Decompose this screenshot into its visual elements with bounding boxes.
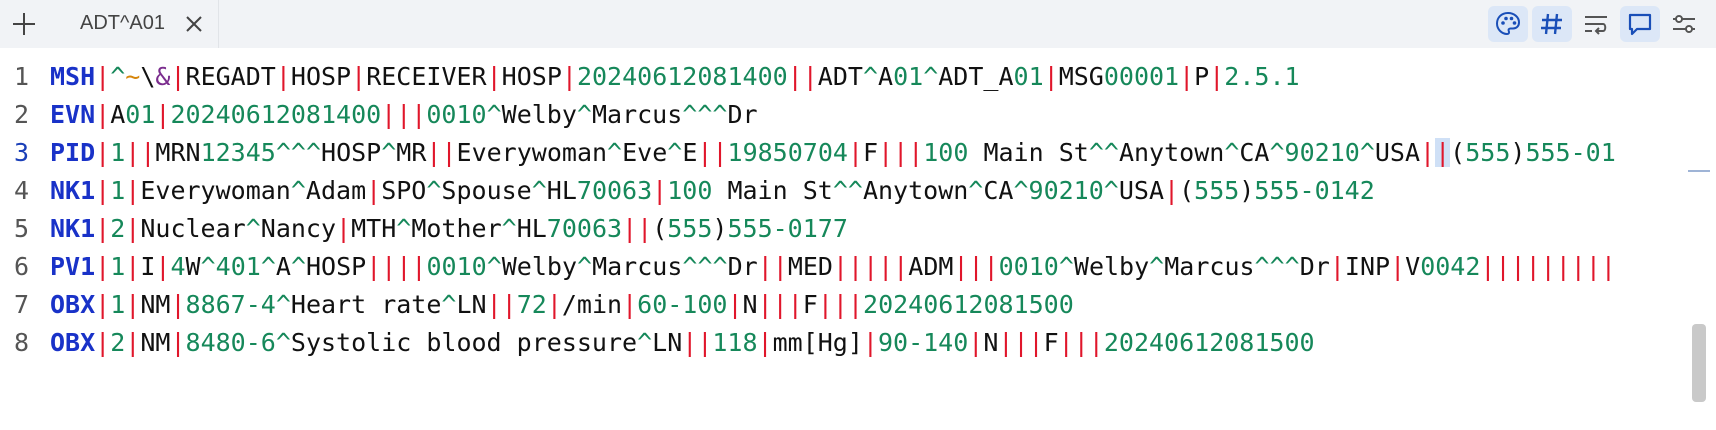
line-code: OBX|1|NM|8867-4^Heart rate^LN||72|/min|6…	[50, 290, 1074, 319]
selection-scroll-marker	[1688, 170, 1710, 172]
editor-line[interactable]: 4 NK1|1|Everywoman^Adam|SPO^Spouse^HL7006…	[0, 172, 1716, 210]
syntax-color-toggle[interactable]	[1488, 6, 1528, 42]
palette-icon	[1495, 11, 1521, 36]
line-code: MSH|^~\&|REGADT|HOSP|RECEIVER|HOSP|20240…	[50, 62, 1300, 91]
line-code: EVN|A01|20240612081400|||0010^Welby^Marc…	[50, 100, 758, 129]
hash-icon	[1541, 13, 1562, 35]
comments-toggle[interactable]	[1620, 6, 1660, 42]
tab-title: ADT^A01	[80, 12, 165, 34]
word-wrap-toggle[interactable]	[1576, 6, 1616, 42]
line-number: 6	[14, 252, 30, 281]
line-code: PV1|1|I|4W^401^A^HOSP||||0010^Welby^Marc…	[50, 252, 1616, 281]
tab-bar: ADT^A01	[0, 0, 1716, 48]
close-icon	[186, 16, 202, 32]
line-number: 2	[14, 100, 30, 129]
hl7-editor[interactable]: 1 MSH|^~\&|REGADT|HOSP|RECEIVER|HOSP|2024…	[0, 48, 1716, 430]
editor-line[interactable]: 6 PV1|1|I|4W^401^A^HOSP||||0010^Welby^Mar…	[0, 248, 1716, 286]
plus-icon	[13, 13, 35, 35]
editor-line[interactable]: 5 NK1|2|Nuclear^Nancy|MTH^Mother^HL70063|…	[0, 210, 1716, 248]
close-tab-button[interactable]	[184, 14, 204, 34]
line-number: 1	[14, 62, 30, 91]
comment-icon	[1628, 13, 1652, 36]
line-number: 8	[14, 328, 30, 357]
editor-line[interactable]: 7 OBX|1|NM|8867-4^Heart rate^LN||72|/min|…	[0, 286, 1716, 324]
tab-adt-a01[interactable]: ADT^A01	[44, 0, 219, 48]
line-number: 3	[14, 138, 30, 167]
editor-line[interactable]: 3 PID|1||MRN12345^^^HOSP^MR||Everywoman^E…	[0, 134, 1716, 172]
wrap-icon	[1585, 16, 1607, 35]
line-code: NK1|2|Nuclear^Nancy|MTH^Mother^HL70063||…	[50, 214, 848, 243]
settings-button[interactable]	[1664, 6, 1704, 42]
editor-line[interactable]: 8 OBX|2|NM|8480-6^Systolic blood pressure…	[0, 324, 1716, 362]
settings-sliders-icon	[1673, 15, 1695, 33]
editor-line[interactable]: 1 MSH|^~\&|REGADT|HOSP|RECEIVER|HOSP|2024…	[0, 58, 1716, 96]
line-number: 5	[14, 214, 30, 243]
add-tab-button[interactable]	[8, 8, 40, 40]
line-code: NK1|1|Everywoman^Adam|SPO^Spouse^HL70063…	[50, 176, 1375, 205]
line-code: PID|1||MRN12345^^^HOSP^MR||Everywoman^Ev…	[50, 138, 1616, 167]
editor-toolbar	[1480, 0, 1716, 48]
line-number: 7	[14, 290, 30, 319]
vertical-scrollbar[interactable]	[1692, 324, 1706, 402]
line-numbers-toggle[interactable]	[1532, 6, 1572, 42]
editor-line[interactable]: 2 EVN|A01|20240612081400|||0010^Welby^Mar…	[0, 96, 1716, 134]
line-number: 4	[14, 176, 30, 205]
line-code: OBX|2|NM|8480-6^Systolic blood pressure^…	[50, 328, 1315, 357]
